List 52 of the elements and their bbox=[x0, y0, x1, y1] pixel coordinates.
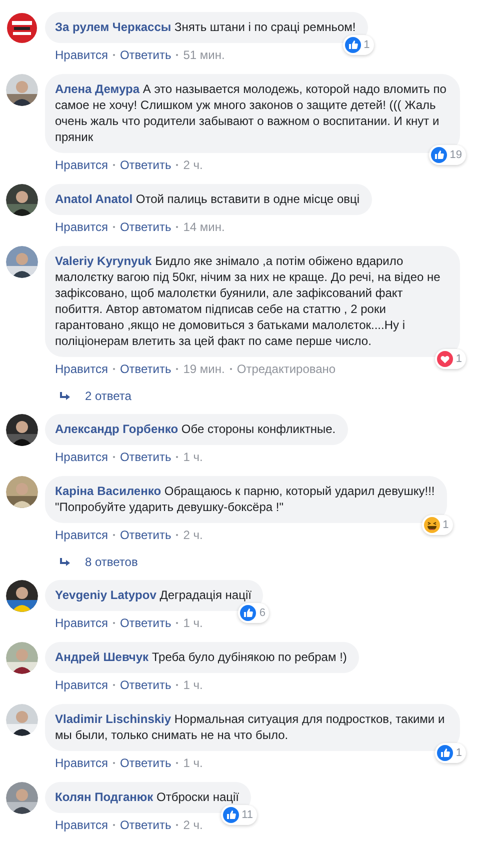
reply-link[interactable]: Ответить bbox=[120, 755, 172, 771]
author-link[interactable]: Yevgeniy Latypov bbox=[55, 588, 156, 602]
author-link[interactable]: За рулем Черкассы bbox=[55, 20, 172, 34]
reaction-count: 6 bbox=[259, 607, 266, 619]
author-link[interactable]: Vladimir Lischinskiy bbox=[55, 712, 172, 726]
reply-arrow-icon bbox=[59, 391, 71, 401]
like-link[interactable]: Нравится bbox=[55, 817, 108, 833]
reply-link[interactable]: Ответить bbox=[120, 817, 172, 833]
view-replies-link[interactable]: 2 ответа bbox=[85, 389, 132, 403]
comment-text: Valeriy Kyrynyuk Бидло яке знімало ,а потім обіжено вдарило малолєтку вагою під 50кг, нічим за них не краще. До речі, на відео не зафіксовано, щоб малолєтки буянили, але зафіксований факт побиття. Автор автоматом підписав себе на статтю , 2 роки гарантовано ,якщо не домовиться з батьками малолєток....Ну і поліціонерам влетить за цей факт по саме перше число. bbox=[55, 253, 442, 349]
comment-text: Vladimir Lischinskiy Нормальная ситуация для подростков, такими и мы были, только снимать не на что было. bbox=[55, 711, 446, 743]
reaction-count: 1 bbox=[442, 519, 449, 531]
reply-link[interactable]: Ответить bbox=[120, 677, 172, 693]
author-link[interactable]: Anatol Anatol bbox=[55, 192, 133, 206]
reaction-count: 19 bbox=[450, 149, 462, 161]
comment-text: Каріна Василенко Обращаюсь к парню, который ударил девушку!!! "Попробуйте ударить девушку-боксёра !" bbox=[55, 483, 435, 515]
reply-arrow-icon bbox=[59, 557, 71, 567]
reply-link[interactable]: Ответить bbox=[120, 615, 172, 631]
view-replies-link[interactable]: 8 ответов bbox=[85, 555, 138, 569]
reaction-count: 11 bbox=[242, 809, 254, 821]
like-link[interactable]: Нравится bbox=[55, 157, 108, 173]
reaction-count: 1 bbox=[456, 747, 462, 759]
comment-text: Алена Демура А это называется молодежь, которой надо вломить по самое не хочу! Слишком уж много законов о защите детей! ((( Жаль очень жаль что родители забывают о важном о воспитании. И кнут и пряник bbox=[55, 81, 448, 145]
like-link[interactable]: Нравится bbox=[55, 449, 108, 465]
reply-link[interactable]: Ответить bbox=[120, 157, 172, 173]
reply-link[interactable]: Ответить bbox=[120, 47, 172, 63]
reply-link[interactable]: Ответить bbox=[120, 361, 172, 377]
reaction-count: 1 bbox=[456, 353, 462, 365]
like-link[interactable]: Нравится bbox=[55, 219, 108, 235]
author-link[interactable]: Каріна Василенко bbox=[55, 484, 162, 498]
like-link[interactable]: Нравится bbox=[55, 527, 108, 543]
comment-text: Anatol Anatol Отой палиць вставити в одне місце овці bbox=[55, 191, 360, 207]
comment-text: Колян Подганюк Отброски нації bbox=[55, 789, 240, 805]
comment-text: Андрей Шевчук Треба було дубінякою по ребрам !) bbox=[55, 649, 347, 665]
like-link[interactable]: Нравится bbox=[55, 677, 108, 693]
edited-label: Отредактировано bbox=[236, 361, 336, 377]
reply-link[interactable]: Ответить bbox=[120, 219, 172, 235]
reaction-count: 1 bbox=[364, 39, 370, 51]
reply-link[interactable]: Ответить bbox=[120, 527, 172, 543]
author-link[interactable]: Андрей Шевчук bbox=[55, 650, 149, 664]
author-link[interactable]: Колян Подганюк bbox=[55, 790, 154, 804]
comment-text: Александр Горбенко Обе стороны конфликтные. bbox=[55, 421, 336, 437]
author-link[interactable]: Valeriy Kyrynyuk bbox=[55, 254, 152, 268]
author-link[interactable]: Алена Демура bbox=[55, 82, 140, 96]
author-link[interactable]: Александр Горбенко bbox=[55, 422, 178, 436]
like-link[interactable]: Нравится bbox=[55, 361, 108, 377]
reply-link[interactable]: Ответить bbox=[120, 449, 172, 465]
like-link[interactable]: Нравится bbox=[55, 615, 108, 631]
like-link[interactable]: Нравится bbox=[55, 755, 108, 771]
comment-text: За рулем Черкассы Знять штани і по сраці ремньом! bbox=[55, 19, 356, 35]
like-link[interactable]: Нравится bbox=[55, 47, 108, 63]
comment-text: Yevgeniy Latypov Деградація нації bbox=[55, 587, 252, 603]
